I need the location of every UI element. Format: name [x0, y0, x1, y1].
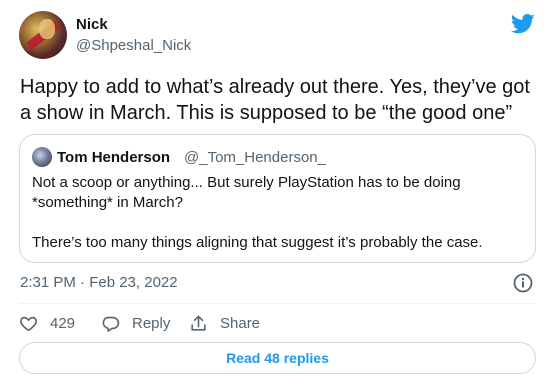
heart-icon — [20, 316, 37, 331]
quoted-author-avatar — [32, 147, 52, 167]
info-icon[interactable] — [512, 272, 534, 294]
reply-label: Reply — [132, 314, 171, 332]
share-button[interactable]: Share — [189, 313, 260, 333]
embedded-tweet-card: Nick @Shpeshal_Nick Happy to add to what… — [0, 0, 549, 386]
quoted-tweet-text: Not a scoop or anything... But surely Pl… — [32, 174, 461, 211]
tweet-timestamp[interactable]: 2:31 PM · Feb 23, 2022 — [20, 273, 178, 293]
share-label: Share — [220, 314, 261, 332]
reply-button[interactable]: Reply — [101, 313, 170, 333]
reply-icon — [102, 316, 120, 332]
twitter-bird-icon[interactable] — [511, 14, 535, 34]
like-button[interactable]: 429 — [19, 313, 75, 333]
quoted-author-name: Tom Henderson — [57, 149, 171, 166]
author-handle[interactable]: @Shpeshal_Nick — [76, 36, 191, 56]
share-icon — [191, 315, 206, 331]
author-name[interactable]: Nick — [76, 15, 108, 35]
quoted-author-handle: @_Tom_Henderson_ — [184, 149, 326, 166]
like-count: 429 — [50, 314, 76, 332]
divider — [19, 303, 536, 304]
tweet-text: Happy to add to what’s already out there… — [20, 76, 530, 124]
quoted-tweet-text-paragraph: There’s too many things aligning that su… — [32, 234, 483, 251]
author-avatar[interactable] — [19, 11, 67, 59]
quoted-tweet[interactable]: Tom Henderson @_Tom_Henderson_ Not a sco… — [19, 134, 536, 263]
avatar-detail — [39, 19, 55, 39]
read-replies-button[interactable]: Read 48 replies — [19, 342, 536, 374]
